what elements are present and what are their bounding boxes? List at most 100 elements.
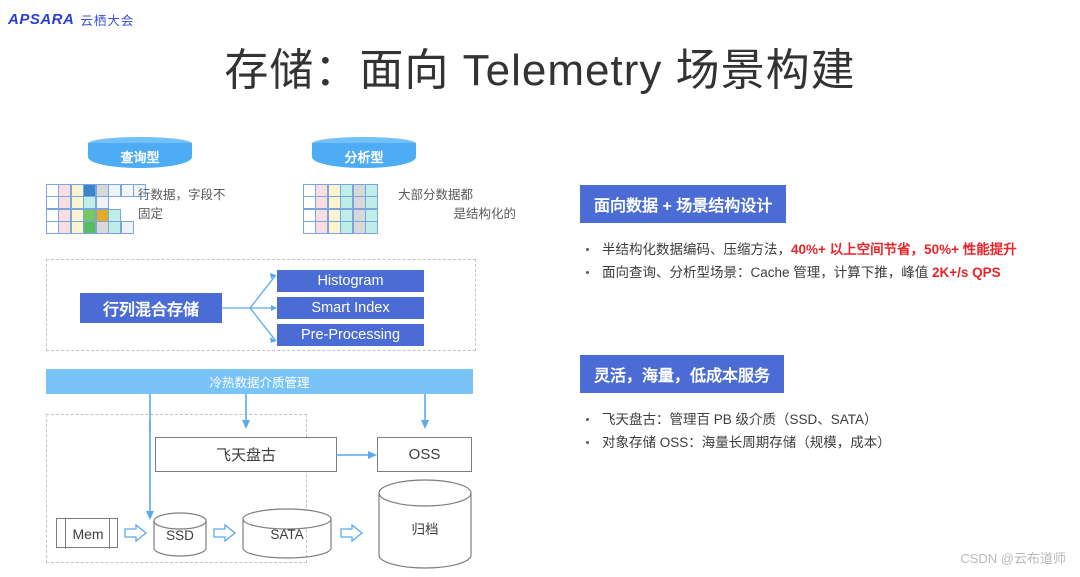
feature-label: Histogram: [317, 273, 384, 289]
grid-cell: [352, 183, 366, 197]
caption-query: 行数据，字段不 固定: [138, 186, 248, 224]
grid-cell: [95, 196, 109, 209]
ssd-label: SSD: [166, 528, 194, 543]
storage-box-hybrid[interactable]: 行列混合存储: [80, 293, 222, 323]
bullet-item: 对象存储 OSS：海量长周期存储（规模，成本）: [580, 432, 1020, 453]
storage-connector-lines: [222, 273, 277, 343]
grid-cell: [365, 221, 378, 234]
brand-logo: APSARA 云栖大会: [8, 10, 134, 29]
grid-cell: [70, 196, 84, 209]
grid-cell: [70, 221, 84, 234]
grid-cell: [315, 196, 328, 209]
feature-label: Pre-Processing: [300, 327, 401, 343]
bullet-highlight: 2K+/s QPS: [932, 265, 1001, 280]
caption-query-line1: 行数据，字段不: [138, 188, 226, 202]
grid-cell: [45, 183, 59, 197]
tier-arrow-sata-archive: [340, 524, 364, 543]
tier-arrow-ssd-sata: [213, 524, 237, 543]
grid-row: [302, 221, 378, 234]
right-section-structure-design: 面向数据 + 场景结构设计 半结构化数据编码、压缩方法，40%+ 以上空间节省，…: [580, 185, 1020, 285]
grid-cell: [83, 208, 96, 222]
bullet-text: 面向查询、分析型场景：Cache 管理，计算下推，峰值: [602, 265, 933, 280]
section-heading-structure-design: 面向数据 + 场景结构设计: [580, 185, 787, 223]
grid-cell: [83, 183, 96, 197]
mem-chip[interactable]: Mem: [56, 518, 118, 549]
grid-cell: [302, 183, 316, 197]
caption-query-line2: 固定: [138, 207, 164, 221]
grid-analysis-data: [302, 183, 378, 234]
grid-cell: [327, 196, 341, 209]
cylinder-query-label: 查询型: [120, 150, 160, 165]
pangu-box[interactable]: 飞天盘古: [155, 437, 337, 472]
grid-cell: [70, 183, 84, 197]
grid-row: [302, 196, 378, 209]
grid-cell: [108, 183, 121, 197]
bullet-list-structure-design: 半结构化数据编码、压缩方法，40%+ 以上空间节省，50%+ 性能提升面向查询、…: [580, 239, 1020, 283]
grid-cell: [45, 208, 59, 222]
feature-box-smart-index[interactable]: Smart Index: [277, 297, 424, 319]
grid-cell: [302, 208, 316, 222]
storage-box-label: 行列混合存储: [102, 302, 199, 319]
grid-cell: [327, 208, 341, 222]
brand-chinese-name: 云栖大会: [80, 14, 135, 28]
pangu-to-oss-arrow: [336, 451, 377, 459]
grid-cell: [327, 221, 341, 234]
grid-cell: [108, 221, 121, 234]
grid-cell: [83, 221, 96, 234]
grid-cell: [70, 208, 84, 222]
grid-query-data: [45, 183, 146, 234]
pangu-label: 飞天盘古: [215, 447, 276, 464]
bullet-list-flexible-service: 飞天盘古：管理百 PB 级介质（SSD、SATA） 对象存储 OSS：海量长周期存…: [580, 409, 1020, 453]
grid-cell: [302, 196, 316, 209]
grid-cell: [340, 183, 353, 197]
grid-cell: [340, 208, 353, 222]
feature-label: Smart Index: [311, 300, 390, 316]
sata-label: SATA: [270, 527, 304, 542]
grid-cell: [95, 208, 109, 222]
grid-cell: [315, 221, 328, 234]
grid-row: [45, 196, 146, 209]
grid-cell: [83, 196, 96, 209]
grid-cell: [365, 196, 378, 209]
grid-cell: [302, 221, 316, 234]
bullet-text: 对象存储 OSS：海量长周期存储（规模，成本）: [602, 435, 891, 450]
grid-row: [45, 183, 146, 197]
grid-cell: [45, 221, 59, 234]
grid-cell: [45, 196, 59, 209]
caption-analysis-line2: 是结构化的: [453, 207, 516, 221]
grid-cell: [58, 221, 71, 234]
mem-label: Mem: [72, 526, 104, 542]
cylinder-analysis: 分析型: [312, 137, 416, 170]
oss-label: OSS: [408, 446, 441, 463]
grid-row: [45, 208, 146, 222]
archive-cylinder: 归档: [377, 478, 473, 570]
bullet-text: 半结构化数据编码、压缩方法，: [602, 242, 791, 257]
feature-box-pre-processing[interactable]: Pre-Processing: [277, 324, 424, 346]
page-title: 存储：面向 Telemetry 场景构建: [224, 46, 856, 95]
grid-cell: [95, 183, 109, 197]
grid-cell: [352, 208, 366, 222]
grid-cell: [340, 196, 353, 209]
bullet-item: 飞天盘古：管理百 PB 级介质（SSD、SATA）: [580, 409, 1020, 430]
caption-analysis: 大部分数据都 是结构化的: [398, 186, 516, 224]
oss-box[interactable]: OSS: [377, 437, 472, 472]
caption-analysis-line1: 大部分数据都: [398, 188, 474, 202]
section-heading-flexible-service: 灵活，海量，低成本服务: [580, 355, 785, 393]
grid-cell: [315, 183, 328, 197]
grid-cell: [352, 221, 366, 234]
grid-row: [302, 208, 378, 222]
grid-cell: [95, 221, 109, 234]
bullet-item: 半结构化数据编码、压缩方法，40%+ 以上空间节省，50%+ 性能提升: [580, 239, 1020, 260]
ssd-cylinder: SSD: [152, 512, 208, 558]
grid-cell: [352, 196, 366, 209]
media-management-bar: 冷热数据介质管理: [46, 369, 473, 394]
bullet-text: 飞天盘古：管理百 PB 级介质（SSD、SATA）: [602, 412, 878, 427]
grid-cell: [327, 183, 341, 197]
grid-cell: [58, 183, 71, 197]
grid-cell: [315, 208, 328, 222]
grid-cell: [365, 183, 378, 197]
archive-label: 归档: [411, 522, 439, 537]
bullet-highlight: 40%+ 以上空间节省，50%+ 性能提升: [791, 242, 1017, 257]
right-section-flexible-service: 灵活，海量，低成本服务 飞天盘古：管理百 PB 级介质（SSD、SATA） 对象存…: [580, 355, 1020, 455]
feature-box-histogram[interactable]: Histogram: [277, 270, 424, 292]
